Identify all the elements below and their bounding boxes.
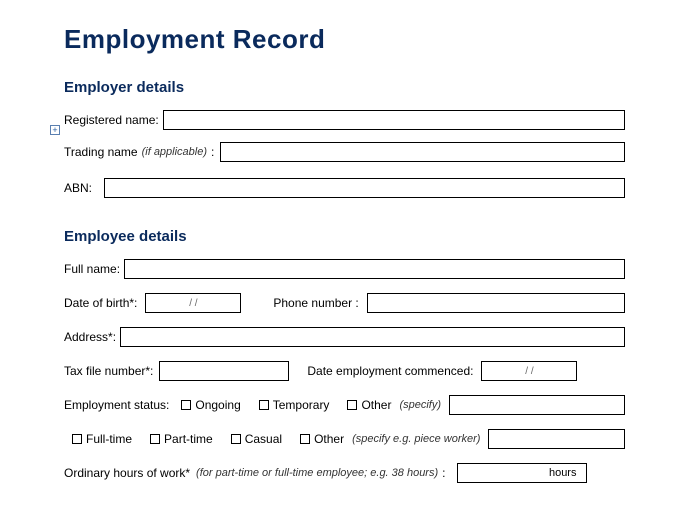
status-ongoing-label: Ongoing [195,398,240,412]
tfn-commenced-row: Tax file number*: Date employment commen… [64,361,625,381]
type-other-label: Other [314,432,344,446]
employment-status-row: Employment status: Ongoing Temporary Oth… [64,395,625,415]
type-other-hint: (specify e.g. piece worker) [352,433,480,445]
full-name-label: Full name: [64,262,120,276]
type-fulltime-option[interactable]: Full-time [72,432,132,446]
status-temporary-label: Temporary [273,398,330,412]
status-other-option[interactable]: Other [347,398,391,412]
type-parttime-label: Part-time [164,432,213,446]
hours-unit: hours [549,467,577,479]
status-ongoing-option[interactable]: Ongoing [181,398,240,412]
checkbox-icon [347,400,357,410]
status-temporary-option[interactable]: Temporary [259,398,330,412]
type-parttime-option[interactable]: Part-time [150,432,213,446]
hours-colon: : [442,466,445,480]
dob-phone-row: Date of birth*: / / Phone number : [64,293,625,313]
dob-placeholder: / / [189,298,197,309]
hours-input[interactable]: hours [457,463,587,483]
commenced-label: Date employment commenced: [307,364,473,378]
status-other-input[interactable] [449,395,625,415]
page-title: Employment Record [64,24,625,55]
address-label: Address*: [64,330,116,344]
dob-input[interactable]: / / [145,293,241,313]
registered-name-input[interactable] [163,110,625,130]
type-fulltime-label: Full-time [86,432,132,446]
hours-label: Ordinary hours of work* [64,466,190,480]
checkbox-icon [150,434,160,444]
trading-name-label: Trading name [64,145,138,159]
tfn-input[interactable] [159,361,289,381]
full-name-row: Full name: [64,259,625,279]
abn-input[interactable] [104,178,625,198]
employment-type-row: Full-time Part-time Casual Other (specif… [64,429,625,449]
trading-name-hint: (if applicable) [142,146,207,158]
registered-name-row: Registered name: [64,110,625,130]
hours-row: Ordinary hours of work* (for part-time o… [64,463,625,483]
type-other-input[interactable] [488,429,625,449]
table-anchor-icon: + [50,125,60,135]
checkbox-icon [72,434,82,444]
employee-section-heading: Employee details [64,228,625,245]
status-label: Employment status: [64,398,169,412]
commenced-placeholder: / / [525,366,533,377]
address-row: Address*: [64,327,625,347]
commenced-input[interactable]: / / [481,361,577,381]
trading-name-row: Trading name (if applicable) : [64,142,625,162]
type-casual-label: Casual [245,432,282,446]
checkbox-icon [181,400,191,410]
checkbox-icon [231,434,241,444]
checkbox-icon [259,400,269,410]
phone-input[interactable] [367,293,625,313]
tfn-label: Tax file number*: [64,364,153,378]
registered-name-label: Registered name: [64,113,159,127]
status-other-label: Other [361,398,391,412]
full-name-input[interactable] [124,259,625,279]
trading-name-input[interactable] [220,142,625,162]
type-other-option[interactable]: Other [300,432,344,446]
phone-label: Phone number : [273,296,358,310]
checkbox-icon [300,434,310,444]
trading-name-colon: : [211,145,214,159]
dob-label: Date of birth*: [64,296,137,310]
abn-label: ABN: [64,181,92,195]
status-other-hint: (specify) [399,399,441,411]
address-input[interactable] [120,327,625,347]
employer-section-heading: Employer details [64,79,625,96]
hours-hint: (for part-time or full-time employee; e.… [196,467,438,479]
abn-row: ABN: [64,178,625,198]
type-casual-option[interactable]: Casual [231,432,282,446]
